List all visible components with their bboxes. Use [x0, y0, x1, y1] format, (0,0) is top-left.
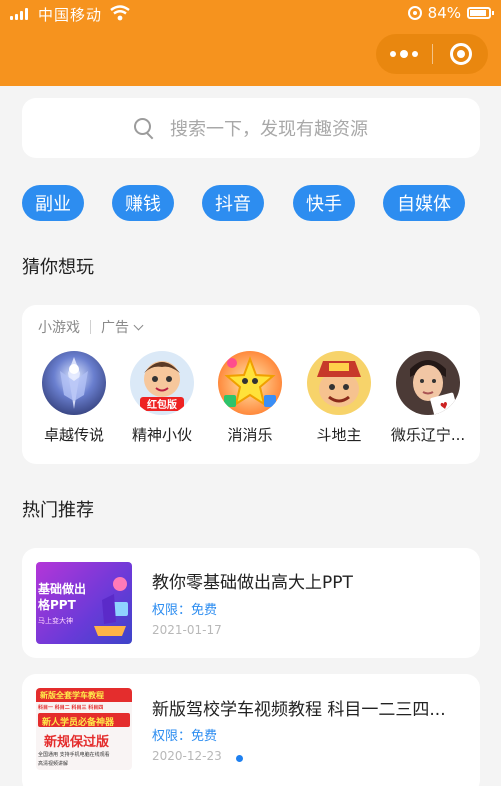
- game-name: 消消乐: [227, 426, 273, 444]
- game-item[interactable]: 斗地主: [295, 351, 383, 445]
- recommend-date: 2020-12-23: [152, 749, 222, 763]
- ppt-course-thumbnail: 基础做出 格PPT 马上变大神: [36, 562, 132, 644]
- more-dot-icon: [412, 51, 418, 57]
- status-right: 84%: [407, 4, 494, 22]
- mini-games-label: 小游戏: [38, 320, 80, 336]
- miniprogram-capsule: [376, 34, 488, 74]
- battery-icon: [467, 7, 494, 19]
- game-item[interactable]: ♥ 微乐辽宁...: [384, 351, 472, 445]
- game-name: 微乐辽宁...: [390, 426, 466, 444]
- driving-course-thumbnail: 新版全套学车教程 科目一 科目二 科目三 科目四 新人学员必备神器 新规保过版 …: [36, 688, 132, 770]
- header-divider: [90, 320, 91, 334]
- wifi-icon: [110, 5, 130, 21]
- search-input[interactable]: 搜索一下，发现有趣资源: [22, 98, 480, 158]
- tag-zimeiti[interactable]: 自媒体: [383, 185, 465, 221]
- recommend-title: 教你零基础做出高大上PPT: [152, 573, 353, 593]
- tag-row: 副业 赚钱 抖音 快手 自媒体: [0, 185, 501, 221]
- more-dot-icon: [390, 51, 396, 57]
- recommend-item[interactable]: 基础做出 格PPT 马上变大神 教你零基础做出高大上PPT 权限：免费 2021…: [22, 548, 480, 658]
- close-miniprogram-button[interactable]: [433, 34, 488, 74]
- star-gems-icon: [218, 351, 282, 415]
- more-button[interactable]: [376, 34, 432, 74]
- recommend-permission: 权限：免费: [152, 729, 218, 744]
- carrier-name: 中国移动: [38, 6, 103, 24]
- tag-zhuanqian[interactable]: 赚钱: [112, 185, 174, 221]
- game-item[interactable]: 红包版 精神小伙: [118, 351, 206, 445]
- recommend-item[interactable]: 新版全套学车教程 科目一 科目二 科目三 科目四 新人学员必备神器 新规保过版 …: [22, 674, 480, 786]
- game-item[interactable]: 卓越传说: [30, 351, 118, 445]
- games-card-header: 小游戏 广告: [38, 317, 144, 337]
- games-card: 小游戏 广告 卓越传说 红包版 精神小伙 消消乐 斗地主 ♥ 微乐辽宁...: [22, 305, 480, 464]
- target-icon: [449, 43, 472, 65]
- landlord-icon: [307, 351, 371, 415]
- man-portrait-icon: ♥: [396, 351, 460, 415]
- tag-douyin[interactable]: 抖音: [202, 185, 264, 221]
- game-item[interactable]: 消消乐: [206, 351, 294, 445]
- recommend-permission: 权限：免费: [152, 603, 218, 618]
- recommend-date: 2021-01-17: [152, 623, 222, 637]
- orientation-lock-icon: [407, 6, 422, 20]
- search-placeholder: 搜索一下，发现有趣资源: [170, 119, 368, 140]
- warrior-icon: [42, 351, 106, 415]
- tag-kuaishou[interactable]: 快手: [293, 185, 355, 221]
- tag-fuye[interactable]: 副业: [22, 185, 84, 221]
- ad-label[interactable]: 广告: [101, 317, 129, 337]
- hot-section-title: 热门推荐: [22, 500, 94, 521]
- game-name: 卓越传说: [43, 426, 104, 444]
- signal-icon: [10, 8, 30, 20]
- game-name: 精神小伙: [131, 426, 192, 444]
- game-name: 斗地主: [316, 426, 362, 444]
- guess-section-title: 猜你想玩: [22, 257, 94, 278]
- page-indicator-dot: [236, 755, 243, 762]
- cartoon-boy-icon: 红包版: [130, 351, 194, 415]
- chevron-down-icon[interactable]: [133, 320, 144, 330]
- search-icon: [134, 118, 154, 138]
- battery-percent: 84%: [427, 4, 461, 22]
- more-dot-icon: [400, 50, 408, 58]
- status-bar: 中国移动 84%: [0, 0, 501, 28]
- recommend-title: 新版驾校学车视频教程 科目一二三四...: [152, 700, 446, 720]
- app-header: 中国移动 84%: [0, 0, 501, 86]
- game-badge: 红包版: [147, 398, 177, 411]
